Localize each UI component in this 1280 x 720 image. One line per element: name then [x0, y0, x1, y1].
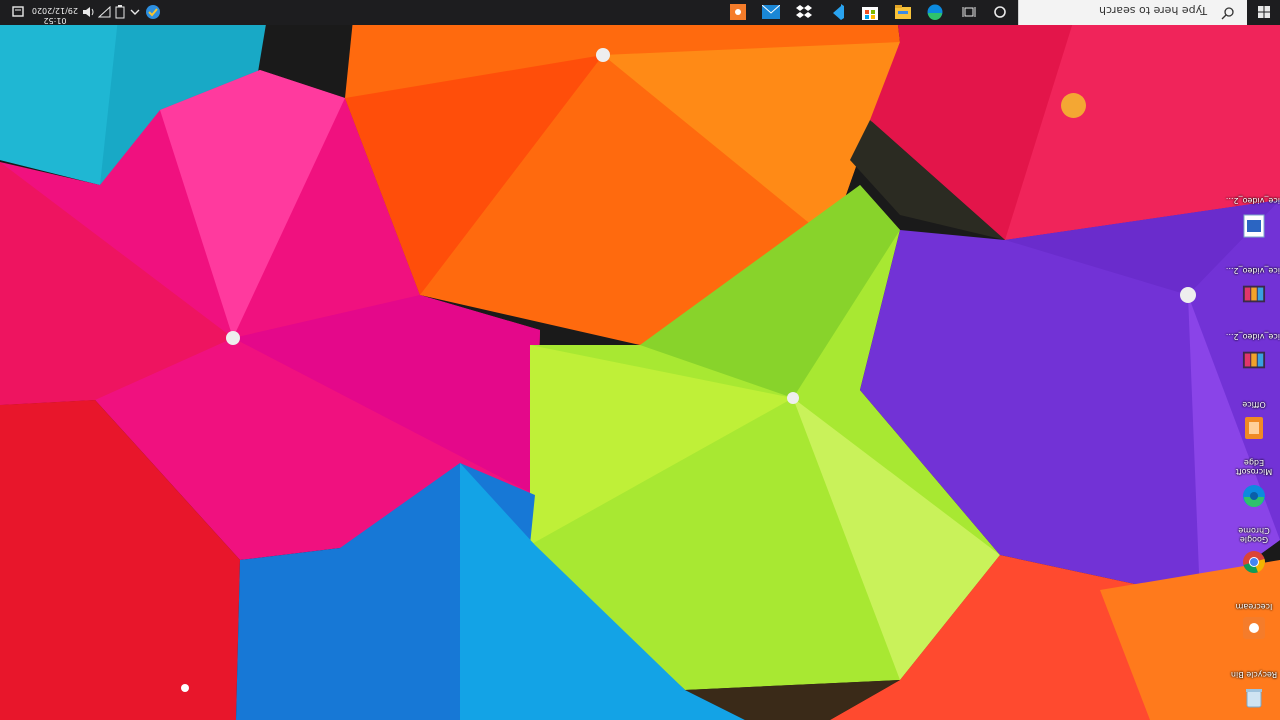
desktop-item-microsoft-edge[interactable]: Microsoft Edge: [1232, 456, 1278, 514]
desktop-item-label: Microsoft Edge: [1235, 458, 1273, 476]
desktop-item-label: Icecream: [1235, 602, 1273, 611]
desktop-item-label: ice_video_2...: [1225, 332, 1280, 341]
desktop-item-recycle-bin[interactable]: Recycle Bin: [1231, 662, 1278, 720]
system-clock[interactable]: 01:52 29/12/2020: [32, 1, 78, 25]
cursor-highlight: [1061, 93, 1086, 118]
search-placeholder: Type here to search: [1098, 4, 1207, 17]
taskbar: 01:52 29/12/2020 Type here to search: [0, 0, 1280, 25]
visual-studio-code-icon[interactable]: [827, 2, 847, 22]
desktop-item-icecream[interactable]: Icecream: [1232, 596, 1278, 654]
start-icon[interactable]: [1254, 2, 1274, 22]
video-file-icon: [1242, 348, 1266, 372]
store-icon[interactable]: [860, 2, 880, 22]
desktop-item-label: ice_video_2...: [1225, 266, 1280, 275]
task-view-icon[interactable]: [959, 2, 979, 22]
desktop-item-label: Google Chrome: [1238, 526, 1270, 544]
chevron-up-icon[interactable]: [125, 2, 145, 22]
dropbox-icon[interactable]: [794, 2, 814, 22]
icecream-app-icon: [1242, 616, 1266, 640]
desktop-item-label: Recycle Bin: [1230, 670, 1278, 679]
office-icon: [1242, 416, 1266, 440]
desktop-item-label: ice_video_2...: [1225, 196, 1280, 205]
clock-time: 01:52: [43, 16, 67, 25]
search-icon: [1221, 5, 1235, 20]
desktop-item-video-3[interactable]: ice_video_2...: [1226, 194, 1280, 252]
edge-icon[interactable]: [925, 2, 945, 22]
desktop-item-google-chrome[interactable]: Google Chrome: [1232, 524, 1278, 582]
recycle-bin-icon: [1242, 686, 1266, 710]
icecream-app-icon[interactable]: [728, 2, 748, 22]
desktop-item-label: Office: [1242, 400, 1266, 409]
desktop-item-video-1[interactable]: ice_video_2...: [1226, 330, 1280, 388]
edge-icon: [1242, 484, 1266, 508]
wallpaper-umbrellas: [0, 0, 1280, 720]
windows-security-icon[interactable]: [143, 2, 163, 22]
notifications-icon[interactable]: [8, 2, 28, 22]
taskbar-search-box[interactable]: Type here to search: [1018, 0, 1247, 25]
video-file-icon: [1242, 282, 1266, 306]
mail-icon[interactable]: [761, 2, 781, 22]
word-doc-icon: [1242, 214, 1266, 238]
desktop[interactable]: Recycle Bin Icecream Google Chrome Micro…: [0, 0, 1280, 720]
file-explorer-icon[interactable]: [893, 2, 913, 22]
cortana-icon[interactable]: [990, 2, 1010, 22]
desktop-item-video-2[interactable]: ice_video_2...: [1226, 264, 1280, 322]
chrome-icon: [1242, 550, 1266, 574]
desktop-item-office[interactable]: Office: [1232, 398, 1278, 456]
clock-date: 29/12/2020: [31, 6, 78, 15]
